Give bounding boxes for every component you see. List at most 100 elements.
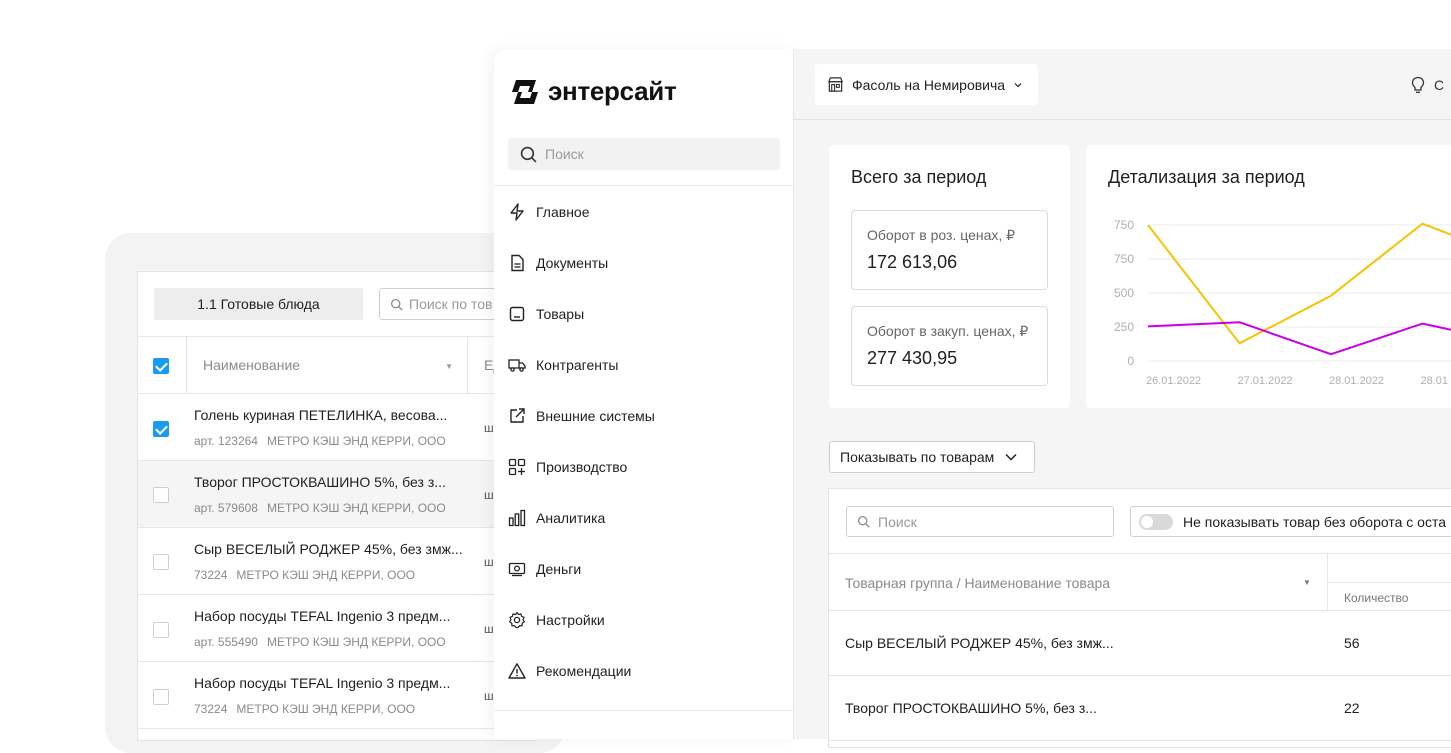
item-unit: ш [484,488,494,502]
row-product-name: Творог ПРОСТОКВАШИНО 5%, без з... [845,700,1097,716]
table-header: Товарная группа / Наименование товара ▼ … [829,553,1451,611]
column-quantity-header[interactable]: Количество [1344,591,1408,605]
metric-label: Оборот в закуп. ценах, ₽ [867,323,1029,339]
item-title: Набор посуды TEFAL Ingenio 3 предм... [194,608,451,624]
sidebar-item-documents[interactable]: Документы [508,249,608,277]
chevron-down-icon [1014,82,1022,87]
sidebar-item-main[interactable]: Главное [508,198,590,226]
gear-icon [509,611,525,629]
y-tick-label: 750 [1114,252,1134,266]
sidebar: энтерсайт Поиск Главное Документы Товары… [494,49,794,739]
item-title: Голень куриная ПЕТЕЛИНКА, весова... [194,407,448,423]
metric-label: Оборот в роз. ценах, ₽ [867,227,1016,243]
sidebar-search-placeholder: Поиск [545,146,584,162]
list-item[interactable]: Творог ПРОСТОКВАШИНО 5%, без з... арт. 5… [138,461,538,528]
store-icon [828,77,843,92]
brand-logo-icon [512,79,538,104]
category-tag[interactable]: 1.1 Готовые блюда [154,288,363,320]
table-search-placeholder: Поиск [878,513,917,530]
sort-down-icon[interactable]: ▼ [1303,578,1311,587]
item-meta: арт. 555490 МЕТРО КЭШ ЭНД КЕРРИ, ООО [194,635,446,649]
item-unit: ш [484,421,494,435]
divider [494,185,794,186]
list-item[interactable]: Сыр ВЕСЕЛЫЙ РОДЖЕР 45%, без змж... 73224… [138,528,538,595]
sidebar-item-money[interactable]: Деньги [508,555,581,583]
line-chart: 750 750 500 250 0 26.01.2022 27.01.2022 28.01.2… [1114,218,1451,387]
help-button[interactable]: С [1410,76,1444,94]
row-quantity: 56 [1344,635,1360,651]
sidebar-search-input[interactable]: Поиск [508,138,780,170]
item-unit: ш [484,622,494,636]
y-tick-label: 500 [1114,286,1134,300]
table-search-input[interactable]: Поиск [846,506,1114,537]
store-name: Фасоль на Немировича [852,76,1006,93]
table-row[interactable]: Сыр ВЕСЕЛЫЙ РОДЖЕР 45%, без змж... 56 [829,611,1451,676]
x-tick-label: 28.01 [1421,375,1449,387]
show-by-dropdown[interactable]: Показывать по товарам [829,441,1035,473]
item-meta: арт. 123264 МЕТРО КЭШ ЭНД КЕРРИ, ООО [194,434,446,448]
sort-down-icon[interactable]: ▼ [445,362,453,371]
row-product-name: Сыр ВЕСЕЛЫЙ РОДЖЕР 45%, без змж... [845,635,1114,651]
sidebar-item-analytics[interactable]: Аналитика [508,504,605,532]
sidebar-item-counterparties[interactable]: Контрагенты [508,351,618,379]
table-row[interactable]: Творог ПРОСТОКВАШИНО 5%, без з... 22 [829,676,1451,741]
list-item[interactable]: Набор посуды TEFAL Ingenio 3 предм... ар… [138,595,538,662]
y-tick-label: 0 [1127,354,1134,368]
sidebar-item-label: Контрагенты [536,357,619,373]
sidebar-item-label: Рекомендации [536,663,632,679]
toggle-switch[interactable] [1139,513,1173,530]
help-label: С [1434,77,1445,93]
external-link-icon [510,408,525,423]
show-by-label: Показывать по товарам [840,449,995,465]
warning-icon [508,663,526,679]
sidebar-item-goods[interactable]: Товары [508,300,584,328]
sidebar-item-settings[interactable]: Настройки [508,606,605,634]
sidebar-item-external-systems[interactable]: Внешние системы [508,402,655,430]
metric-value: 172 613,06 [867,252,958,272]
box-icon [509,306,525,322]
chevron-down-icon [1005,453,1017,461]
grid-plus-icon [508,458,526,476]
list-item[interactable]: Набор посуды TEFAL Ingenio 3 предм... 73… [138,662,538,729]
summary-title: Всего за период [851,167,987,187]
product-list-card: 1.1 Готовые блюда Поиск по тов Наименова… [137,271,559,741]
sidebar-item-production[interactable]: Производство [508,453,627,481]
sidebar-item-label: Внешние системы [536,408,655,424]
sidebar-item-recommendations[interactable]: Рекомендации [508,657,631,685]
series-line-1 [1147,222,1451,345]
main-content: Фасоль на Немировича С Всего за период О… [794,49,1451,748]
x-tick-label: 28.01.2022 [1329,375,1384,387]
item-meta: 73224 МЕТРО КЭШ ЭНД КЕРРИ, ООО [194,702,416,716]
x-tick-label: 27.01.2022 [1238,375,1293,387]
row-checkbox[interactable] [153,487,169,503]
item-unit: ш [484,689,494,703]
item-title: Творог ПРОСТОКВАШИНО 5%, без з... [194,474,446,490]
detail-chart-card: Детализация за период 750 750 500 250 0 26.01… [1086,145,1451,408]
toggle-label: Не показывать товар без оборота с оста [1183,513,1446,530]
sidebar-item-label: Товары [536,306,585,322]
list-item[interactable]: Голень куриная ПЕТЕЛИНКА, весова... арт.… [138,394,538,461]
divider [494,710,794,711]
sidebar-item-label: Настройки [536,612,605,628]
select-all-checkbox[interactable] [153,358,169,374]
item-title: Сыр ВЕСЕЛЫЙ РОДЖЕР 45%, без змж... [194,541,463,557]
search-icon [857,515,870,528]
lightning-icon [510,203,524,221]
y-tick-label: 250 [1114,320,1134,334]
money-icon [508,562,526,577]
sidebar-item-label: Производство [536,459,628,475]
retail-turnover-metric: Оборот в роз. ценах, ₽ 172 613,06 [851,210,1048,290]
column-name-label: Наименование [203,357,301,373]
item-meta: арт. 579608 МЕТРО КЭШ ЭНД КЕРРИ, ООО [194,501,446,515]
row-checkbox[interactable] [153,622,169,638]
store-selector[interactable]: Фасоль на Немировича [815,64,1038,105]
row-checkbox[interactable] [153,554,169,570]
logo[interactable]: энтерсайт [510,76,677,107]
metric-value: 277 430,95 [867,348,958,368]
row-checkbox[interactable] [153,689,169,705]
item-title: Набор посуды TEFAL Ingenio 3 предм... [194,675,451,691]
column-group-name-header[interactable]: Товарная группа / Наименование товара [845,575,1110,591]
column-name-header[interactable]: Наименование ▼ [186,337,468,393]
hide-no-turnover-toggle[interactable]: Не показывать товар без оборота с оста [1130,506,1451,537]
row-checkbox[interactable] [153,421,169,437]
